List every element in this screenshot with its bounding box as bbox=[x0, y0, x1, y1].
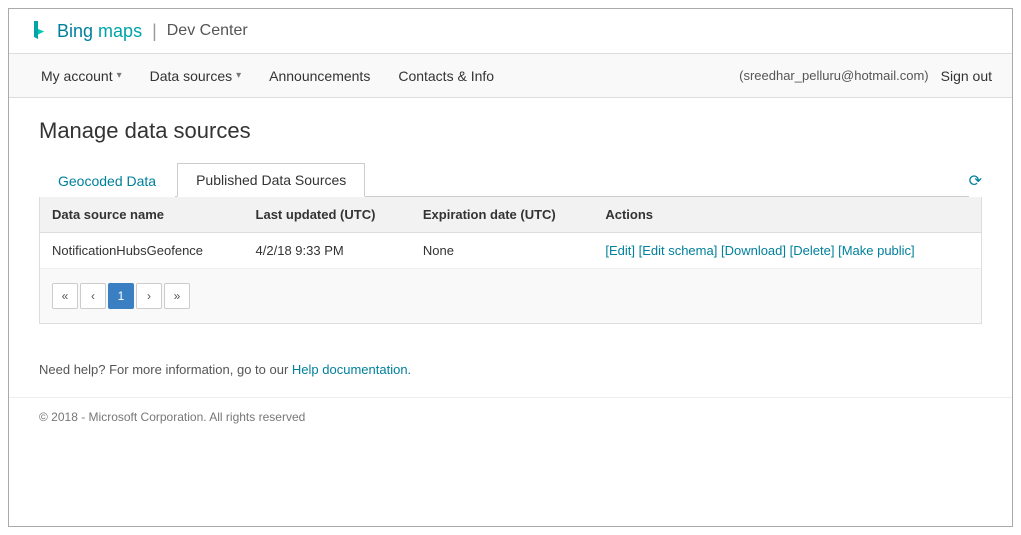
tab-bar-wrapper: Geocoded Data Published Data Sources ⟳ bbox=[39, 162, 982, 197]
action-download[interactable]: [Download] bbox=[721, 243, 786, 258]
logo-bar: Bing maps | Dev Center bbox=[9, 9, 1012, 54]
cell-actions: [Edit] [Edit schema] [Download] [Delete]… bbox=[593, 233, 981, 269]
bing-text: Bing bbox=[57, 21, 93, 42]
my-account-caret: ▾ bbox=[117, 70, 122, 81]
page-btn-next[interactable]: › bbox=[136, 283, 162, 309]
page-btn-1[interactable]: 1 bbox=[108, 283, 134, 309]
table-header-row: Data source name Last updated (UTC) Expi… bbox=[40, 197, 981, 233]
main-content: Manage data sources Geocoded Data Publis… bbox=[9, 98, 1012, 344]
data-table-wrapper: Data source name Last updated (UTC) Expi… bbox=[39, 197, 982, 324]
nav-my-account[interactable]: My account ▾ bbox=[29, 58, 134, 94]
data-sources-caret: ▾ bbox=[236, 70, 241, 81]
nav-contacts[interactable]: Contacts & Info bbox=[386, 58, 506, 94]
action-edit[interactable]: [Edit] bbox=[605, 243, 635, 258]
col-header-name: Data source name bbox=[40, 197, 244, 233]
tab-published-data-sources[interactable]: Published Data Sources bbox=[177, 163, 365, 197]
user-email: (sreedhar_pelluru@hotmail.com) bbox=[739, 68, 929, 83]
logo-divider: | bbox=[152, 21, 157, 42]
cell-expiration: None bbox=[411, 233, 593, 269]
bing-b-icon bbox=[29, 19, 53, 43]
refresh-icon-wrap: ⟳ bbox=[969, 171, 982, 197]
cell-last-updated: 4/2/18 9:33 PM bbox=[244, 233, 411, 269]
nav-bar: My account ▾ Data sources ▾ Announcement… bbox=[9, 54, 1012, 98]
help-text: Need help? For more information, go to o… bbox=[9, 344, 1012, 389]
col-header-last-updated: Last updated (UTC) bbox=[244, 197, 411, 233]
action-edit-schema[interactable]: [Edit schema] bbox=[639, 243, 718, 258]
nav-left: My account ▾ Data sources ▾ Announcement… bbox=[29, 58, 739, 94]
action-make-public[interactable]: [Make public] bbox=[838, 243, 915, 258]
page-btn-prev[interactable]: ‹ bbox=[80, 283, 106, 309]
nav-announcements[interactable]: Announcements bbox=[257, 58, 382, 94]
devcenter-text: Dev Center bbox=[167, 22, 248, 40]
help-text-before: Need help? For more information, go to o… bbox=[39, 362, 292, 377]
copyright-text: © 2018 - Microsoft Corporation. All righ… bbox=[39, 410, 305, 424]
page-btn-first[interactable]: « bbox=[52, 283, 78, 309]
sign-out-link[interactable]: Sign out bbox=[941, 68, 992, 84]
page-title: Manage data sources bbox=[39, 118, 982, 144]
help-documentation-link[interactable]: Help documentation. bbox=[292, 362, 411, 377]
refresh-icon[interactable]: ⟳ bbox=[969, 173, 982, 190]
tab-geocoded-data[interactable]: Geocoded Data bbox=[39, 164, 175, 197]
col-header-expiration: Expiration date (UTC) bbox=[411, 197, 593, 233]
maps-text: maps bbox=[98, 21, 142, 42]
nav-right: (sreedhar_pelluru@hotmail.com) Sign out bbox=[739, 68, 992, 84]
page-btn-last[interactable]: » bbox=[164, 283, 190, 309]
tabs: Geocoded Data Published Data Sources bbox=[39, 162, 969, 197]
data-table: Data source name Last updated (UTC) Expi… bbox=[40, 197, 981, 268]
col-header-actions: Actions bbox=[593, 197, 981, 233]
footer: © 2018 - Microsoft Corporation. All righ… bbox=[9, 397, 1012, 436]
pagination-area: « ‹ 1 › » bbox=[40, 268, 981, 323]
bing-logo: Bing maps bbox=[29, 19, 142, 43]
table-row: NotificationHubsGeofence 4/2/18 9:33 PM … bbox=[40, 233, 981, 269]
action-delete[interactable]: [Delete] bbox=[790, 243, 835, 258]
nav-data-sources[interactable]: Data sources ▾ bbox=[138, 58, 254, 94]
cell-name: NotificationHubsGeofence bbox=[40, 233, 244, 269]
